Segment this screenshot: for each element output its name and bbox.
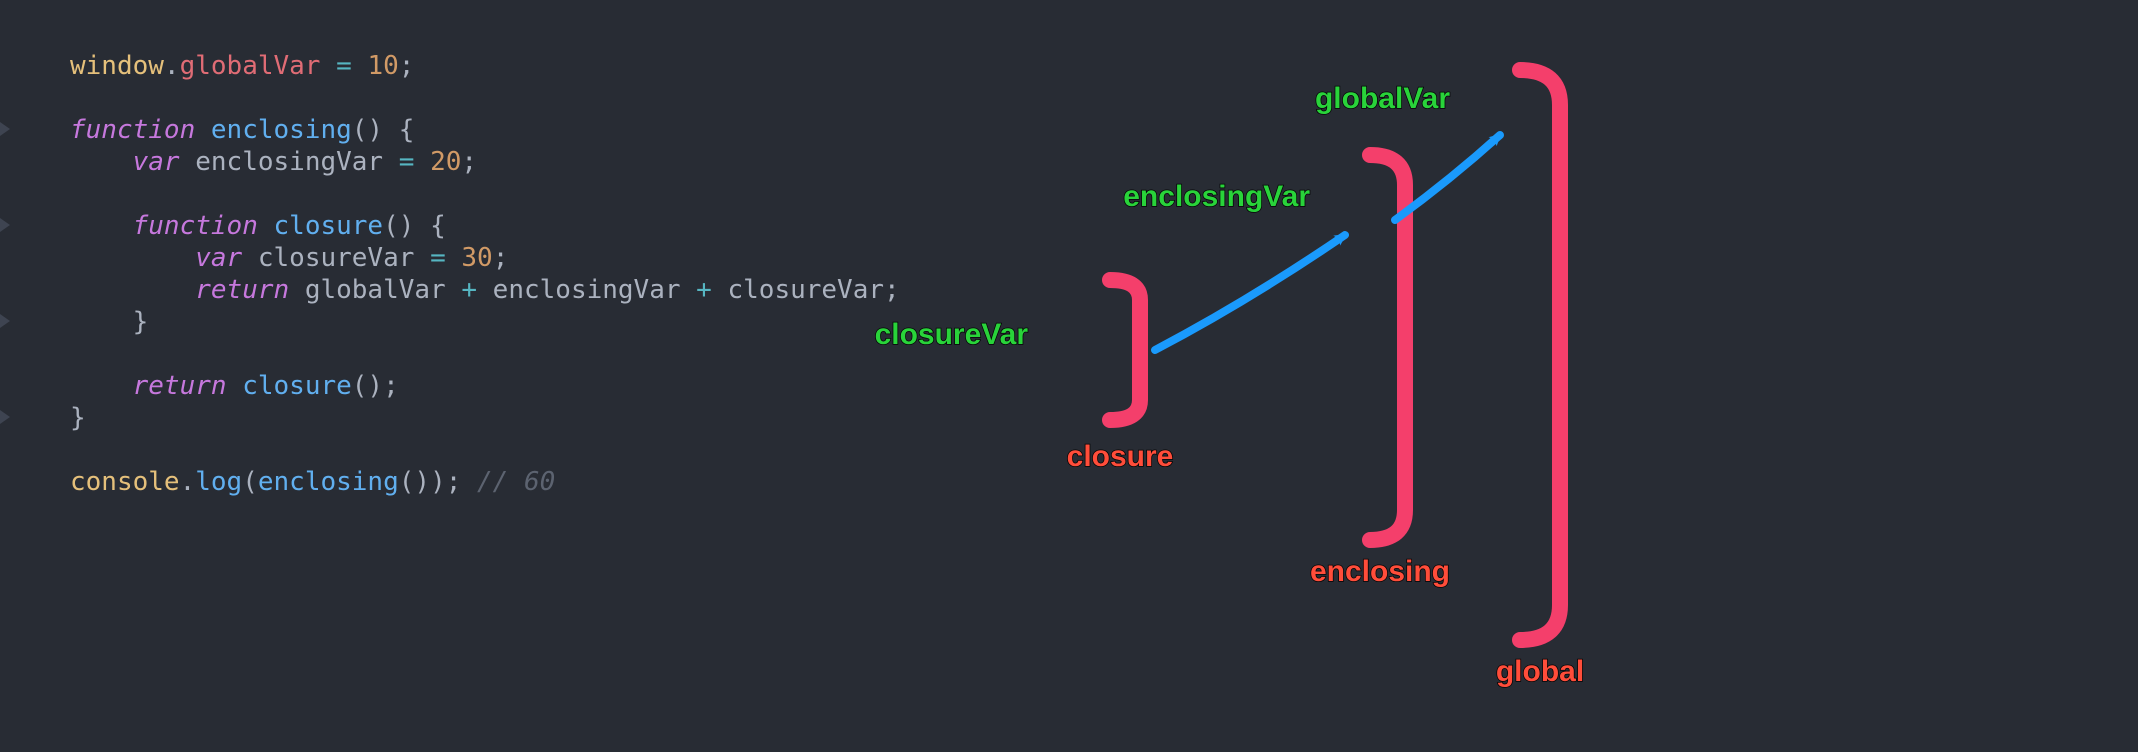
code-token bbox=[227, 371, 243, 401]
code-token bbox=[195, 115, 211, 145]
code-token bbox=[383, 147, 399, 177]
code-token: ; bbox=[446, 467, 462, 497]
code-token: 20 bbox=[430, 147, 461, 177]
code-token: () bbox=[383, 211, 414, 241]
code-token bbox=[180, 147, 196, 177]
code-token: = bbox=[399, 147, 415, 177]
fold-icon bbox=[0, 118, 14, 140]
code-token bbox=[414, 147, 430, 177]
code-token bbox=[242, 243, 258, 273]
arrow-enclosing-to-global bbox=[1395, 135, 1500, 220]
code-token bbox=[446, 275, 462, 305]
scope-label-global: global bbox=[1496, 655, 1584, 689]
editor-gutter bbox=[0, 0, 20, 752]
var-label-enclosingvar: enclosingVar bbox=[1123, 180, 1310, 214]
code-token bbox=[383, 115, 399, 145]
code-token bbox=[352, 51, 368, 81]
code-token: ; bbox=[884, 275, 900, 305]
code-token: closureVar bbox=[258, 243, 415, 273]
code-token bbox=[70, 211, 133, 241]
arrow-closure-to-enclosing bbox=[1155, 235, 1345, 350]
code-token: ; bbox=[399, 51, 415, 81]
code-token bbox=[414, 243, 430, 273]
code-token: + bbox=[461, 275, 477, 305]
bracket-closure bbox=[1110, 280, 1140, 420]
code-token: enclosingVar bbox=[493, 275, 681, 305]
code-token bbox=[258, 211, 274, 241]
bracket-global bbox=[1520, 70, 1560, 640]
code-token: . bbox=[180, 467, 196, 497]
code-token bbox=[477, 275, 493, 305]
code-token: var bbox=[133, 147, 180, 177]
code-token: { bbox=[399, 115, 415, 145]
code-token: = bbox=[336, 51, 352, 81]
var-label-globalvar: globalVar bbox=[1315, 82, 1450, 116]
code-token: 30 bbox=[461, 243, 492, 273]
code-token: ; bbox=[461, 147, 477, 177]
code-token: } bbox=[70, 403, 86, 433]
code-token: console bbox=[70, 467, 180, 497]
code-token bbox=[446, 243, 462, 273]
scope-label-closure: closure bbox=[1067, 440, 1174, 474]
code-token bbox=[289, 275, 305, 305]
code-token: closure bbox=[242, 371, 352, 401]
code-token: } bbox=[133, 307, 149, 337]
code-token: window bbox=[70, 51, 164, 81]
code-token: globalVar bbox=[305, 275, 446, 305]
code-token: ; bbox=[383, 371, 399, 401]
code-token: enclosing bbox=[211, 115, 352, 145]
code-token bbox=[70, 243, 195, 273]
code-block: window.globalVar = 10; function enclosin… bbox=[70, 50, 900, 498]
code-token: () bbox=[399, 467, 430, 497]
code-token: enclosingVar bbox=[195, 147, 383, 177]
code-token: enclosing bbox=[258, 467, 399, 497]
code-token: function bbox=[133, 211, 258, 241]
code-token: () bbox=[352, 371, 383, 401]
code-token bbox=[414, 211, 430, 241]
bracket-enclosing bbox=[1370, 155, 1405, 540]
code-token: 10 bbox=[367, 51, 398, 81]
code-token bbox=[681, 275, 697, 305]
code-token: closure bbox=[274, 211, 384, 241]
fold-icon bbox=[0, 310, 14, 332]
code-token: var bbox=[195, 243, 242, 273]
code-token: { bbox=[430, 211, 446, 241]
code-token: = bbox=[430, 243, 446, 273]
code-token: () bbox=[352, 115, 383, 145]
code-token: ) bbox=[430, 467, 446, 497]
code-token bbox=[70, 307, 133, 337]
scope-label-enclosing: enclosing bbox=[1310, 555, 1450, 589]
code-token: ( bbox=[242, 467, 258, 497]
code-token: function bbox=[70, 115, 195, 145]
code-token: return bbox=[133, 371, 227, 401]
code-token bbox=[70, 147, 133, 177]
code-token bbox=[70, 275, 195, 305]
fold-icon bbox=[0, 214, 14, 236]
fold-icon bbox=[0, 406, 14, 428]
code-token bbox=[712, 275, 728, 305]
code-token: return bbox=[195, 275, 289, 305]
code-token bbox=[70, 371, 133, 401]
code-token: + bbox=[696, 275, 712, 305]
code-token: . bbox=[164, 51, 180, 81]
code-token: globalVar bbox=[180, 51, 321, 81]
code-token bbox=[320, 51, 336, 81]
code-token bbox=[461, 467, 477, 497]
var-label-closurevar: closureVar bbox=[875, 318, 1028, 352]
code-token: // 60 bbox=[477, 467, 555, 497]
code-token: log bbox=[195, 467, 242, 497]
code-token: ; bbox=[493, 243, 509, 273]
code-token: closureVar bbox=[727, 275, 884, 305]
